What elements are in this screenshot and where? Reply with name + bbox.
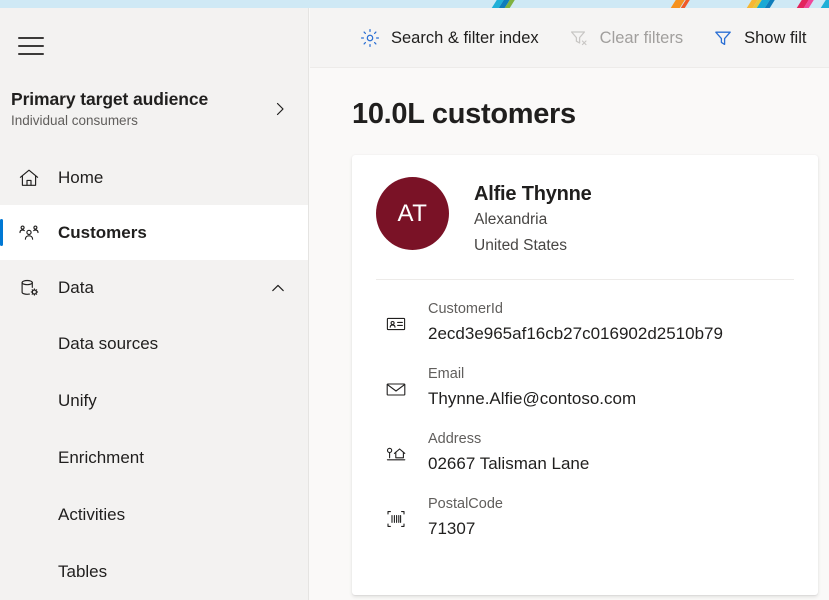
sidebar-item-home[interactable]: Home <box>0 150 308 205</box>
home-icon <box>18 167 40 189</box>
decorative-banner <box>0 0 829 8</box>
sidebar-item-label: Home <box>58 167 104 187</box>
sidebar-subitem-activities[interactable]: Activities <box>0 486 308 543</box>
field-text: Address 02667 Talisman Lane <box>428 429 589 477</box>
field-label: PostalCode <box>428 496 503 512</box>
contact-card-icon <box>385 313 407 335</box>
chevron-right-icon <box>272 101 288 117</box>
field-row-customerid: CustomerId 2ecd3e965af16cb27c016902d2510… <box>376 290 794 355</box>
toolbar-button-label: Search & filter index <box>391 28 539 47</box>
hamburger-bar <box>18 37 44 39</box>
field-row-email: Email Thynne.Alfie@contoso.com <box>376 355 794 420</box>
audience-subtitle: Individual consumers <box>11 113 138 128</box>
gear-icon <box>360 28 380 48</box>
people-icon <box>18 222 40 244</box>
sidebar-subitem-label: Enrichment <box>58 447 144 467</box>
chevron-up-icon[interactable] <box>270 280 286 296</box>
audience-text: Primary target audience Individual consu… <box>11 88 272 130</box>
field-label: Address <box>428 431 482 447</box>
field-text: Email Thynne.Alfie@contoso.com <box>428 364 636 412</box>
search-and-filter-index-button[interactable]: Search & filter index <box>352 18 547 58</box>
field-value: 2ecd3e965af16cb27c016902d2510b79 <box>428 324 723 343</box>
sidebar-subitem-unify[interactable]: Unify <box>0 372 308 429</box>
sidebar-nav: Home Customers Data Data sources Unify E… <box>0 150 308 600</box>
field-value: 02667 Talisman Lane <box>428 454 590 473</box>
customer-country: United States <box>474 237 568 254</box>
field-label: Email <box>428 366 465 382</box>
sidebar-item-label: Data <box>58 277 94 297</box>
customer-fields: CustomerId 2ecd3e965af16cb27c016902d2510… <box>376 290 794 550</box>
customer-card[interactable]: AT Alfie Thynne Alexandria United States <box>352 155 818 595</box>
customer-card-header: AT Alfie Thynne Alexandria United States <box>376 177 794 259</box>
customer-city: Alexandria <box>474 211 548 228</box>
customer-identity: Alfie Thynne Alexandria United States <box>474 177 592 259</box>
sidebar-subitem-label: Data sources <box>58 333 159 353</box>
field-text: CustomerId 2ecd3e965af16cb27c016902d2510… <box>428 299 723 347</box>
app-root: Primary target audience Individual consu… <box>0 0 829 600</box>
hamburger-bar <box>18 53 44 55</box>
clear-filter-icon <box>569 28 589 48</box>
sidebar-subitem-label: Unify <box>58 390 97 410</box>
field-value: 71307 <box>428 519 476 538</box>
field-value: Thynne.Alfie@contoso.com <box>428 389 637 408</box>
sidebar-subitem-label: Tables <box>58 561 108 581</box>
database-settings-icon <box>18 277 40 299</box>
sidebar-subitem-tables[interactable]: Tables <box>0 543 308 600</box>
field-row-address: Address 02667 Talisman Lane <box>376 420 794 485</box>
show-filters-button[interactable]: Show filt <box>705 18 814 58</box>
sidebar-subitem-label: Activities <box>58 504 126 524</box>
sidebar-item-customers[interactable]: Customers <box>0 205 308 260</box>
field-label: CustomerId <box>428 301 503 317</box>
filter-icon <box>713 28 733 48</box>
location-home-icon <box>385 443 407 465</box>
sidebar-item-data[interactable]: Data <box>0 260 308 315</box>
customer-name: Alfie Thynne <box>474 183 592 205</box>
avatar-initials: AT <box>397 199 428 227</box>
sidebar-subitem-enrichment[interactable]: Enrichment <box>0 429 308 486</box>
barcode-icon <box>385 508 407 530</box>
command-toolbar: Search & filter index Clear filters Show… <box>310 8 829 68</box>
left-sidebar: Primary target audience Individual consu… <box>0 8 309 600</box>
hamburger-bar <box>18 45 44 47</box>
field-text: PostalCode 71307 <box>428 494 503 542</box>
card-divider <box>376 279 794 280</box>
mail-icon <box>385 378 407 400</box>
page-title: 10.0L customers <box>352 98 576 130</box>
banner-ribbon <box>810 0 829 8</box>
toolbar-button-label: Show filt <box>744 28 807 47</box>
sidebar-subitem-data-sources[interactable]: Data sources <box>0 315 308 372</box>
avatar: AT <box>376 177 449 250</box>
hamburger-menu-icon[interactable] <box>15 31 47 61</box>
audience-title: Primary target audience <box>11 89 209 109</box>
sidebar-item-label: Customers <box>58 222 147 242</box>
primary-target-audience-selector[interactable]: Primary target audience Individual consu… <box>0 82 308 140</box>
main-content: Search & filter index Clear filters Show… <box>310 8 829 600</box>
field-row-postalcode: PostalCode 71307 <box>376 485 794 550</box>
clear-filters-button[interactable]: Clear filters <box>561 18 691 58</box>
toolbar-button-label: Clear filters <box>599 28 684 47</box>
